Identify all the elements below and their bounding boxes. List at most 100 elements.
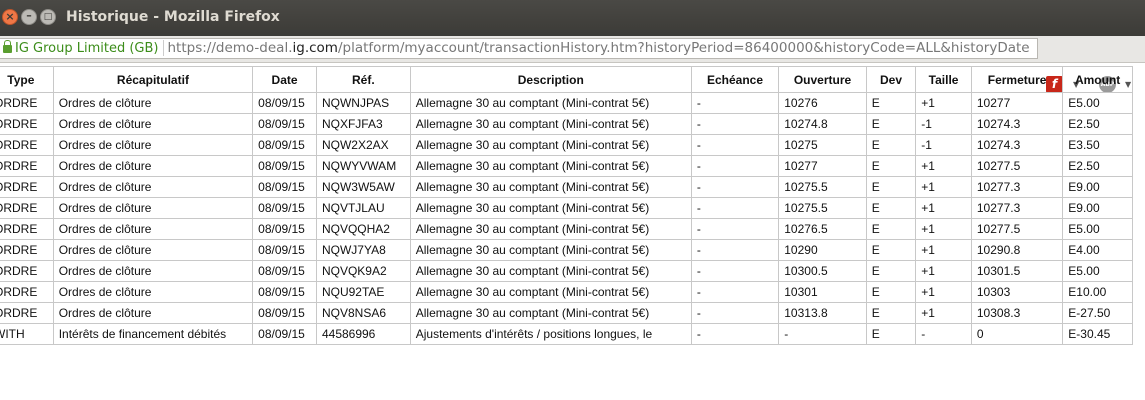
cell-amount: E3.50 — [1062, 134, 1133, 156]
cell-description: Allemagne 30 au comptant (Mini-contrat 5… — [409, 155, 692, 177]
cell-type: ORDRE — [0, 176, 54, 198]
cell-ouverture: 10276 — [778, 92, 867, 114]
cell-description: Ajustements d'intérêts / positions longu… — [409, 323, 692, 345]
cell-description: Allemagne 30 au comptant (Mini-contrat 5… — [409, 134, 692, 156]
cell-dev: E — [865, 134, 917, 156]
cell-echeance: - — [690, 134, 780, 156]
cell-description: Allemagne 30 au comptant (Mini-contrat 5… — [409, 239, 692, 261]
table-row[interactable]: ORDREOrdres de clôture08/09/15NQW3W5AWAl… — [0, 176, 1133, 198]
cell-type: ORDRE — [0, 92, 54, 114]
cell-dev: E — [865, 239, 917, 261]
table-row[interactable]: ORDREOrdres de clôture08/09/15NQV8NSA6Al… — [0, 302, 1133, 324]
table-row[interactable]: ORDREOrdres de clôture08/09/15NQVQQHA2Al… — [0, 218, 1133, 240]
table-row[interactable]: ORDREOrdres de clôture08/09/15NQWJ7YA8Al… — [0, 239, 1133, 261]
url-separator — [162, 40, 164, 56]
maximize-window-button[interactable]: □ — [40, 9, 56, 25]
cell-recap: Ordres de clôture — [52, 197, 254, 219]
column-header-echeance[interactable]: Echéance — [690, 66, 780, 93]
cell-taille: +1 — [915, 281, 972, 303]
column-header-type[interactable]: Type — [0, 66, 54, 93]
site-identity[interactable]: IG Group Limited (GB) — [15, 41, 159, 56]
cell-amount: E4.00 — [1062, 239, 1133, 261]
cell-amount: E-27.50 — [1062, 302, 1133, 324]
cell-ouverture: 10275.5 — [778, 176, 867, 198]
cell-amount: E9.00 — [1062, 176, 1133, 198]
cell-ouverture: 10300.5 — [778, 260, 867, 282]
cell-type: ORDRE — [0, 218, 54, 240]
cell-ouverture: 10290 — [778, 239, 867, 261]
table-row[interactable]: WITHIntérêts de financement débités08/09… — [0, 323, 1133, 345]
cell-date: 08/09/15 — [252, 281, 317, 303]
lock-icon[interactable] — [3, 40, 12, 53]
cell-amount: E5.00 — [1062, 260, 1133, 282]
column-header-recap[interactable]: Récapitulatif — [52, 66, 254, 93]
column-header-fermeture[interactable]: Fermeture — [970, 66, 1064, 93]
cell-recap: Ordres de clôture — [52, 92, 254, 114]
column-header-taille[interactable]: Taille — [915, 66, 972, 93]
cell-ref: NQU92TAE — [315, 281, 411, 303]
cell-taille: +1 — [915, 302, 972, 324]
cell-date: 08/09/15 — [252, 176, 317, 198]
url-domain: ig.com — [292, 40, 338, 56]
cell-date: 08/09/15 — [252, 197, 317, 219]
table-row[interactable]: ORDREOrdres de clôture08/09/15NQWYVWAMAl… — [0, 155, 1133, 177]
url-field[interactable]: IG Group Limited (GB) https://demo-deal.i… — [0, 38, 1038, 59]
cell-date: 08/09/15 — [252, 155, 317, 177]
cell-fermeture: 10277.3 — [970, 197, 1064, 219]
cell-type: ORDRE — [0, 197, 54, 219]
cell-description: Allemagne 30 au comptant (Mini-contrat 5… — [409, 113, 692, 135]
table-row[interactable]: ORDREOrdres de clôture08/09/15NQVTJLAUAl… — [0, 197, 1133, 219]
column-header-description[interactable]: Description — [409, 66, 692, 93]
cell-recap: Ordres de clôture — [52, 281, 254, 303]
table-row[interactable]: ORDREOrdres de clôture08/09/15NQW2X2AXAl… — [0, 134, 1133, 156]
cell-taille: -1 — [915, 113, 972, 135]
cell-type: ORDRE — [0, 113, 54, 135]
cell-taille: - — [915, 323, 972, 345]
cell-fermeture: 10277.5 — [970, 155, 1064, 177]
cell-type: ORDRE — [0, 239, 54, 261]
cell-dev: E — [865, 197, 917, 219]
cell-amount: E2.50 — [1062, 113, 1133, 135]
table-row[interactable]: ORDREOrdres de clôture08/09/15NQU92TAEAl… — [0, 281, 1133, 303]
cell-description: Allemagne 30 au comptant (Mini-contrat 5… — [409, 197, 692, 219]
cell-echeance: - — [690, 260, 780, 282]
table-row[interactable]: ORDREOrdres de clôture08/09/15NQWNJPASAl… — [0, 92, 1133, 114]
cell-fermeture: 10277.3 — [970, 176, 1064, 198]
cell-fermeture: 10303 — [970, 281, 1064, 303]
column-header-ouverture[interactable]: Ouverture — [778, 66, 867, 93]
minimize-window-button[interactable]: – — [21, 9, 37, 25]
cell-dev: E — [865, 113, 917, 135]
cell-recap: Ordres de clôture — [52, 302, 254, 324]
cell-echeance: - — [690, 197, 780, 219]
column-header-date[interactable]: Date — [252, 66, 317, 93]
cell-fermeture: 10277.5 — [970, 218, 1064, 240]
cell-echeance: - — [690, 302, 780, 324]
cell-type: WITH — [0, 323, 54, 345]
cell-ref: NQVQQHA2 — [315, 218, 411, 240]
cell-type: ORDRE — [0, 281, 54, 303]
column-header-ref[interactable]: Réf. — [315, 66, 411, 93]
cell-ref: NQWNJPAS — [315, 92, 411, 114]
cell-echeance: - — [690, 281, 780, 303]
table-body: ORDREOrdres de clôture08/09/15NQWNJPASAl… — [0, 92, 1133, 345]
table-row[interactable]: ORDREOrdres de clôture08/09/15NQVQK9A2Al… — [0, 260, 1133, 282]
cell-dev: E — [865, 302, 917, 324]
close-window-button[interactable]: × — [2, 9, 18, 25]
cell-fermeture: 10301.5 — [970, 260, 1064, 282]
cell-ouverture: - — [778, 323, 867, 345]
cell-amount: E9.00 — [1062, 197, 1133, 219]
cell-ref: NQW3W5AW — [315, 176, 411, 198]
cell-date: 08/09/15 — [252, 323, 317, 345]
cell-dev: E — [865, 323, 917, 345]
cell-ref: NQXFJFA3 — [315, 113, 411, 135]
cell-fermeture: 10277 — [970, 92, 1064, 114]
cell-amount: E5.00 — [1062, 218, 1133, 240]
window-titlebar: × – □ Historique - Mozilla Firefox — [0, 0, 1145, 36]
cell-echeance: - — [690, 92, 780, 114]
column-header-amount[interactable]: Amount — [1062, 66, 1133, 93]
table-row[interactable]: ORDREOrdres de clôture08/09/15NQXFJFA3Al… — [0, 113, 1133, 135]
url-text[interactable]: https://demo-deal.ig.com/platform/myacco… — [168, 40, 1030, 56]
cell-recap: Ordres de clôture — [52, 113, 254, 135]
cell-ouverture: 10275 — [778, 134, 867, 156]
column-header-dev[interactable]: Dev — [865, 66, 917, 93]
